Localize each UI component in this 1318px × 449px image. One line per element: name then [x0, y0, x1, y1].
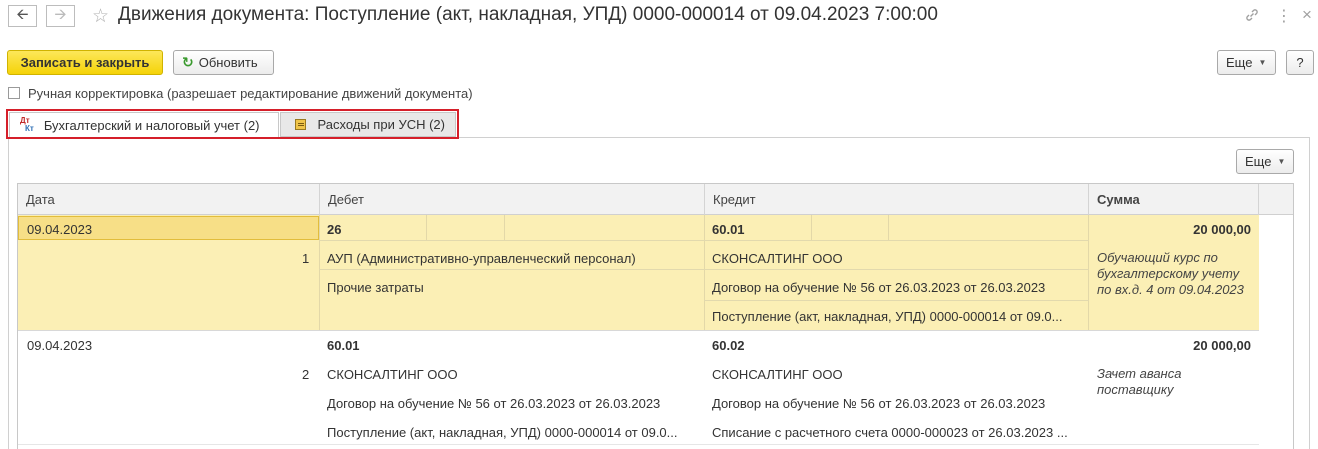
row2-date: 09.04.2023	[27, 338, 93, 353]
row2-content: Зачет аванса поставщику	[1097, 366, 1182, 397]
chevron-down-icon: ▼	[1277, 157, 1286, 166]
star-icon[interactable]: ☆	[92, 5, 109, 28]
help-label: ?	[1296, 55, 1304, 70]
row2-credit-sub3: Списание с расчетного счета 0000-000023 …	[712, 425, 1068, 440]
row2-credit-sub1: СКОНСАЛТИНГ ООО	[712, 367, 843, 382]
row1-credit-sub2: Договор на обучение № 56 от 26.03.2023 о…	[712, 280, 1046, 295]
row2-credit-sub2: Договор на обучение № 56 от 26.03.2023 о…	[712, 396, 1046, 411]
refresh-label: Обновить	[198, 55, 258, 70]
row2-debit-sub3: Поступление (акт, накладная, УПД) 0000-0…	[327, 425, 678, 440]
row2-amount: 20 000,00	[1193, 338, 1251, 353]
col-spacer	[1259, 184, 1293, 215]
col-amount[interactable]: Сумма	[1089, 184, 1259, 215]
link-icon[interactable]	[1244, 7, 1260, 28]
divider	[811, 215, 812, 240]
refresh-button[interactable]: ↻ Обновить	[173, 50, 274, 75]
movements-table[interactable]: Дата Дебет Кредит Сумма 09.04.2023 1 26 …	[17, 183, 1294, 449]
row2-debit-sub2: Договор на обучение № 56 от 26.03.2023 о…	[327, 396, 661, 411]
row2-credit-account: 60.02	[712, 338, 745, 353]
arrow-right-icon: 🡪	[54, 5, 67, 23]
divider	[18, 444, 1259, 445]
row1-credit-sub3: Поступление (акт, накладная, УПД) 0000-0…	[712, 309, 1063, 324]
row1-debit-account: 26	[327, 222, 342, 237]
more-vertical-icon[interactable]: ⋮	[1276, 6, 1292, 26]
row1-content: Обучающий курс по бухгалтерскому учету п…	[1097, 250, 1244, 297]
divider	[319, 215, 320, 330]
tabs-highlight-frame	[6, 109, 459, 139]
chevron-down-icon: ▼	[1258, 58, 1267, 67]
window-title: Движения документа: Поступление (акт, на…	[118, 4, 938, 25]
row1-amount: 20 000,00	[1193, 222, 1251, 237]
table-more-label: Еще	[1245, 154, 1272, 169]
manual-correction-checkbox[interactable]	[8, 87, 20, 99]
col-date[interactable]: Дата	[18, 184, 320, 215]
divider	[888, 215, 889, 240]
row1-credit-sub1: СКОНСАЛТИНГ ООО	[712, 251, 843, 266]
divider	[319, 240, 1089, 241]
row1-credit-account: 60.01	[712, 222, 745, 237]
row1-debit-sub1: АУП (Административно-управленческий перс…	[327, 251, 636, 266]
more-button[interactable]: Еще ▼	[1217, 50, 1276, 75]
close-icon[interactable]: ×	[1302, 5, 1312, 25]
divider	[18, 330, 1259, 331]
col-debit[interactable]: Дебет	[320, 184, 705, 215]
table-more-button[interactable]: Еще ▼	[1236, 149, 1294, 174]
more-label: Еще	[1226, 55, 1253, 70]
help-button[interactable]: ?	[1286, 50, 1314, 75]
save-close-label: Записать и закрыть	[20, 55, 150, 70]
table-header: Дата Дебет Кредит Сумма	[18, 184, 1293, 215]
row2-num: 2	[302, 367, 310, 382]
refresh-icon: ↻	[182, 54, 194, 70]
row1-date: 09.04.2023	[27, 222, 93, 237]
divider	[704, 215, 705, 330]
arrow-left-icon: 🡨	[16, 5, 29, 23]
back-button[interactable]: 🡨	[8, 5, 37, 27]
forward-button[interactable]: 🡪	[46, 5, 75, 27]
divider	[319, 269, 1089, 270]
divider	[504, 215, 505, 240]
row2-debit-sub1: СКОНСАЛТИНГ ООО	[327, 367, 458, 382]
col-credit[interactable]: Кредит	[705, 184, 1089, 215]
row2-debit-account: 60.01	[327, 338, 360, 353]
divider	[426, 215, 427, 240]
divider	[704, 300, 1089, 301]
manual-correction-label: Ручная корректировка (разрешает редактир…	[28, 86, 473, 101]
row1-debit-sub2: Прочие затраты	[327, 280, 424, 295]
save-close-button[interactable]: Записать и закрыть	[7, 50, 163, 75]
row1-num: 1	[302, 251, 310, 266]
